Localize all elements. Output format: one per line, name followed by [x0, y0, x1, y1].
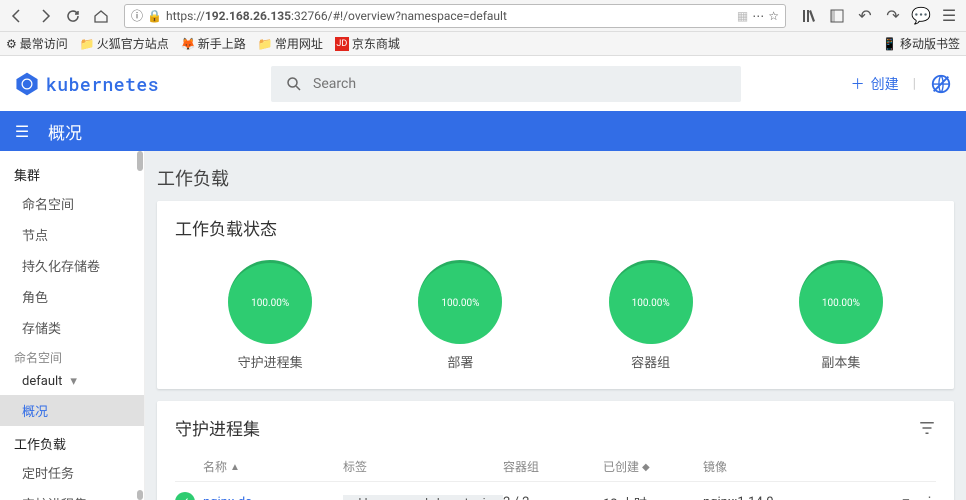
namespace-selector[interactable]: default ▾	[0, 368, 144, 395]
sidebar-item-daemonsets[interactable]: 守护进程集	[0, 488, 144, 500]
library-icon[interactable]	[798, 5, 820, 27]
gear-icon: ⚙	[6, 37, 17, 51]
page-title: 概况	[48, 119, 82, 144]
logs-icon[interactable]: ≡	[902, 495, 910, 500]
undo-icon[interactable]: ↶	[854, 5, 876, 27]
col-image[interactable]: 镜像	[703, 458, 876, 475]
url-text: https://192.168.26.135:32766/#!/overview…	[166, 9, 733, 23]
page-actions-icon[interactable]: ⋯	[752, 9, 764, 23]
workload-status-card: 工作负载状态 100.00%守护进程集 100.00%部署 100.00%容器组…	[157, 201, 954, 389]
sidebar-icon[interactable]	[826, 5, 848, 27]
more-icon[interactable]: ⋮	[923, 495, 936, 500]
plus-icon: ＋	[851, 74, 865, 94]
sidebar-item-nodes[interactable]: 节点	[0, 219, 144, 250]
sidebar-item-storageclass[interactable]: 存储类	[0, 312, 144, 343]
jd-icon: JD	[335, 37, 349, 51]
lock-icon: 🔒	[147, 9, 162, 23]
sort-icon: ◆	[642, 462, 650, 473]
row-image: nginx:1.14.0	[703, 495, 876, 500]
url-bar[interactable]: ⓘ 🔒 https://192.168.26.135:32766/#!/over…	[124, 4, 786, 28]
folder-icon: 📁	[258, 37, 272, 51]
chart-pods: 100.00%容器组	[609, 260, 693, 371]
label-chip: addonmanager.kubernetes.io/mod...	[343, 495, 503, 500]
create-button[interactable]: ＋创建	[851, 74, 899, 94]
home-button[interactable]	[90, 5, 112, 27]
sidebar-ns-header: 命名空间	[0, 343, 144, 368]
col-created[interactable]: 已创建◆	[603, 458, 703, 475]
sort-icon: ▲	[230, 462, 240, 473]
sidebar-item-roles[interactable]: 角色	[0, 281, 144, 312]
search-input[interactable]	[313, 76, 727, 92]
redo-icon[interactable]: ↷	[882, 5, 904, 27]
daemonsets-card: 守护进程集 名称▲ 标签 容器组 已创建◆ 镜像 ✓ nginx-ds addo…	[157, 401, 954, 500]
qr-icon[interactable]: ▦	[737, 9, 748, 23]
bookmark-firefox-site[interactable]: 📁火狐官方站点	[80, 35, 169, 52]
firefox-icon: 🦊	[181, 37, 195, 51]
divider: |	[913, 76, 916, 92]
menu-icon[interactable]: ☰	[938, 5, 960, 27]
daemonsets-header-row: 名称▲ 标签 容器组 已创建◆ 镜像	[175, 450, 936, 482]
row-name-link[interactable]: nginx-ds	[203, 495, 252, 500]
col-name[interactable]: 名称▲	[203, 458, 343, 475]
col-labels[interactable]: 标签	[343, 458, 503, 475]
status-ok-icon: ✓	[175, 492, 195, 500]
reload-button[interactable]	[62, 5, 84, 27]
chat-icon[interactable]: 💬	[910, 5, 932, 27]
sidebar-group-cluster[interactable]: 集群	[0, 157, 144, 188]
kubernetes-logo[interactable]: kubernetes	[14, 71, 159, 97]
row-pods: 2 / 2	[503, 495, 603, 500]
bookmark-jd-mall[interactable]: JD京东商城	[335, 35, 400, 52]
table-row: ✓ nginx-ds addonmanager.kubernetes.io/mo…	[175, 482, 936, 500]
mobile-bookmarks[interactable]: 📱移动版书签	[882, 35, 960, 52]
col-pods[interactable]: 容器组	[503, 458, 603, 475]
chevron-down-icon: ▾	[70, 374, 77, 389]
sidebar-item-namespaces[interactable]: 命名空间	[0, 188, 144, 219]
content-section-title: 工作负载	[157, 165, 954, 191]
bookmark-getting-started[interactable]: 🦊新手上路	[181, 35, 246, 52]
filter-icon[interactable]	[918, 419, 936, 437]
mobile-icon: 📱	[882, 37, 897, 51]
folder-icon: 📁	[80, 37, 94, 51]
search-box[interactable]	[271, 66, 741, 102]
chart-daemonsets: 100.00%守护进程集	[228, 260, 312, 371]
chart-deployments: 100.00%部署	[418, 260, 502, 371]
sidebar-scrollbar[interactable]	[136, 151, 144, 500]
bookmark-frequent[interactable]: ⚙最常访问	[6, 35, 68, 52]
chart-replicasets: 100.00%副本集	[799, 260, 883, 371]
kubernetes-icon	[14, 71, 40, 97]
sidebar-item-cronjobs[interactable]: 定时任务	[0, 457, 144, 488]
info-icon: ⓘ	[131, 7, 143, 24]
daemonsets-title: 守护进程集	[175, 415, 260, 440]
brand-text: kubernetes	[46, 72, 159, 96]
sidebar-item-overview[interactable]: 概况	[0, 395, 144, 426]
bookmark-star-icon[interactable]: ☆	[768, 9, 779, 23]
bookmark-common-sites[interactable]: 📁常用网址	[258, 35, 323, 52]
row-created: 12 小时	[603, 493, 703, 500]
back-button[interactable]	[6, 5, 28, 27]
nav-toggle[interactable]: ☰	[10, 122, 34, 141]
namespace-value: default	[22, 374, 62, 389]
sidebar-group-workloads[interactable]: 工作负载	[0, 426, 144, 457]
sidebar-item-pv[interactable]: 持久化存储卷	[0, 250, 144, 281]
status-card-title: 工作负载状态	[175, 215, 936, 240]
search-icon	[285, 75, 303, 93]
forward-button[interactable]	[34, 5, 56, 27]
globe-off-icon[interactable]	[930, 73, 952, 95]
